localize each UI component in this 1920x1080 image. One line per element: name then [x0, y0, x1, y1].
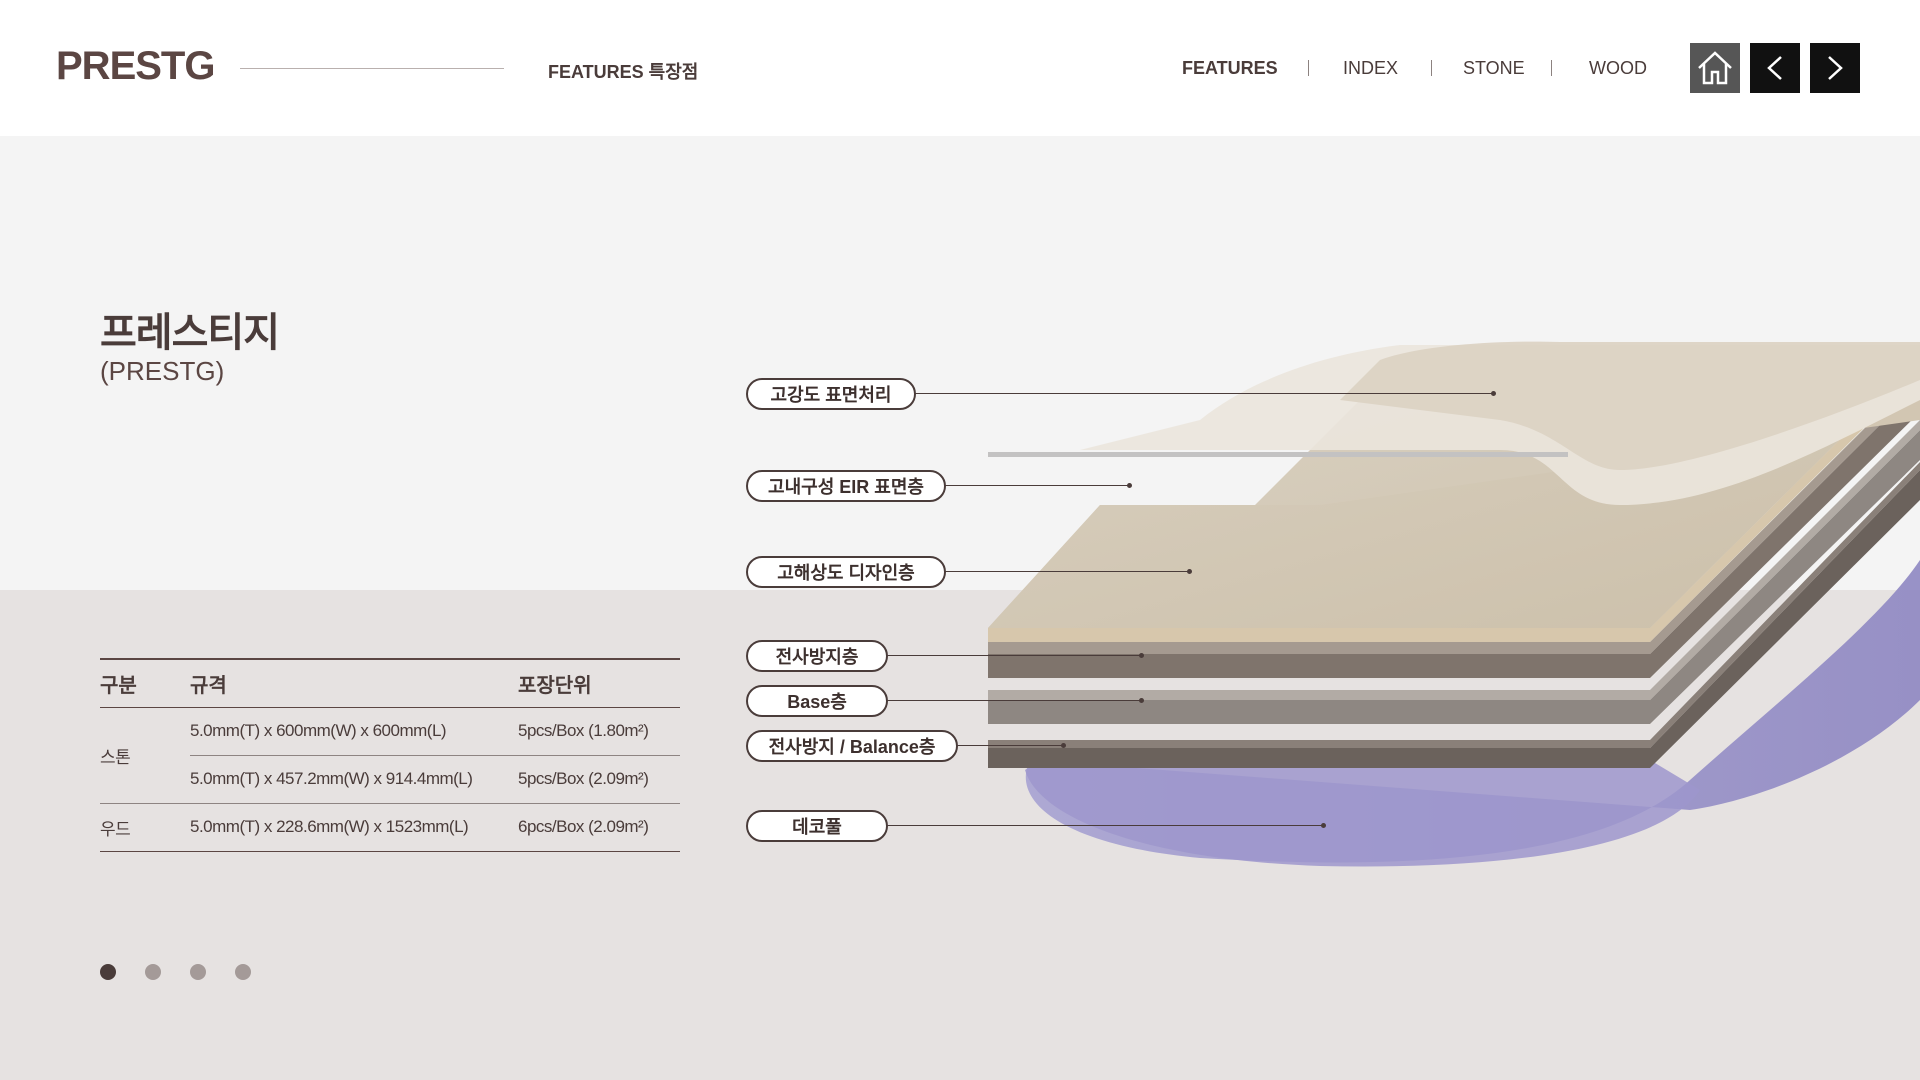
nav-wood[interactable]: WOOD [1589, 58, 1647, 79]
product-title: 프레스티지 [100, 311, 280, 355]
spec-table: 구분 규격 포장단위 스톤 5.0mm(T) x 600mm(W) x 600m… [100, 658, 680, 852]
packing-cell: 6pcs/Box (2.09m²) [518, 803, 680, 852]
page-dot-3[interactable] [190, 964, 206, 980]
size-cell: 5.0mm(T) x 600mm(W) x 600mm(L) [190, 707, 518, 756]
size-cell: 5.0mm(T) x 228.6mm(W) x 1523mm(L) [190, 803, 518, 852]
size-cell: 5.0mm(T) x 457.2mm(W) x 914.4mm(L) [190, 755, 518, 804]
deco-glue-layer [1025, 760, 1700, 867]
col-header-packing: 포장단위 [518, 658, 680, 708]
table-row: 스톤 5.0mm(T) x 600mm(W) x 600mm(L) 5pcs/B… [100, 707, 680, 804]
callout-leader-line [944, 569, 1192, 574]
page-dot-2[interactable] [145, 964, 161, 980]
product-subtitle: (PRESTG) [100, 356, 225, 386]
callout-deco-glue: 데코풀 [746, 810, 888, 842]
callout-balance: 전사방지 / Balance층 [746, 730, 958, 762]
callout-leader-line [886, 698, 1144, 703]
callout-leader-line [944, 483, 1132, 488]
home-button[interactable] [1690, 43, 1740, 93]
nav-separator [1551, 60, 1552, 76]
callout-leader-line [914, 391, 1496, 396]
packing-cell: 5pcs/Box (2.09m²) [518, 755, 680, 804]
page-dot-4[interactable] [235, 964, 251, 980]
nav-separator [1431, 60, 1432, 76]
callout-design-layer: 고해상도 디자인층 [746, 556, 946, 588]
callout-base: Base층 [746, 685, 888, 717]
deco-glue-layer [1025, 560, 1920, 863]
nav-separator [1308, 60, 1309, 76]
home-icon [1698, 51, 1732, 85]
callout-eir-surface: 고내구성 EIR 표면층 [746, 470, 946, 502]
col-header-size: 규격 [190, 658, 518, 708]
callout-leader-line [956, 743, 1066, 748]
nav-index[interactable]: INDEX [1343, 58, 1398, 79]
callout-hard-coat: 고강도 표면처리 [746, 378, 916, 410]
next-button[interactable] [1810, 43, 1860, 93]
chevron-left-icon [1767, 56, 1782, 80]
breadcrumb: FEATURES 특장점 [548, 62, 699, 82]
table-row: 우드 5.0mm(T) x 228.6mm(W) x 1523mm(L) 6pc… [100, 803, 680, 852]
col-header-category: 구분 [100, 658, 190, 708]
logo[interactable]: PRESTG [56, 44, 215, 89]
category-cell: 우드 [100, 803, 190, 852]
category-cell: 스톤 [100, 707, 190, 804]
table-header-row: 구분 규격 포장단위 [100, 658, 680, 708]
callout-leader-line [886, 653, 1144, 658]
nav-stone[interactable]: STONE [1463, 58, 1525, 79]
logo-divider [240, 68, 504, 69]
content-top-band [0, 136, 1920, 590]
nav-features[interactable]: FEATURES [1182, 58, 1278, 79]
callout-leader-line [886, 823, 1326, 828]
page-dot-1[interactable] [100, 964, 116, 980]
chevron-right-icon [1828, 56, 1843, 80]
packing-cell: 5pcs/Box (1.80m²) [518, 707, 680, 756]
header-bar: PRESTG FEATURES 특장점 FEATURES INDEX STONE… [0, 0, 1920, 136]
callout-anti-transfer: 전사방지층 [746, 640, 888, 672]
prev-button[interactable] [1750, 43, 1800, 93]
